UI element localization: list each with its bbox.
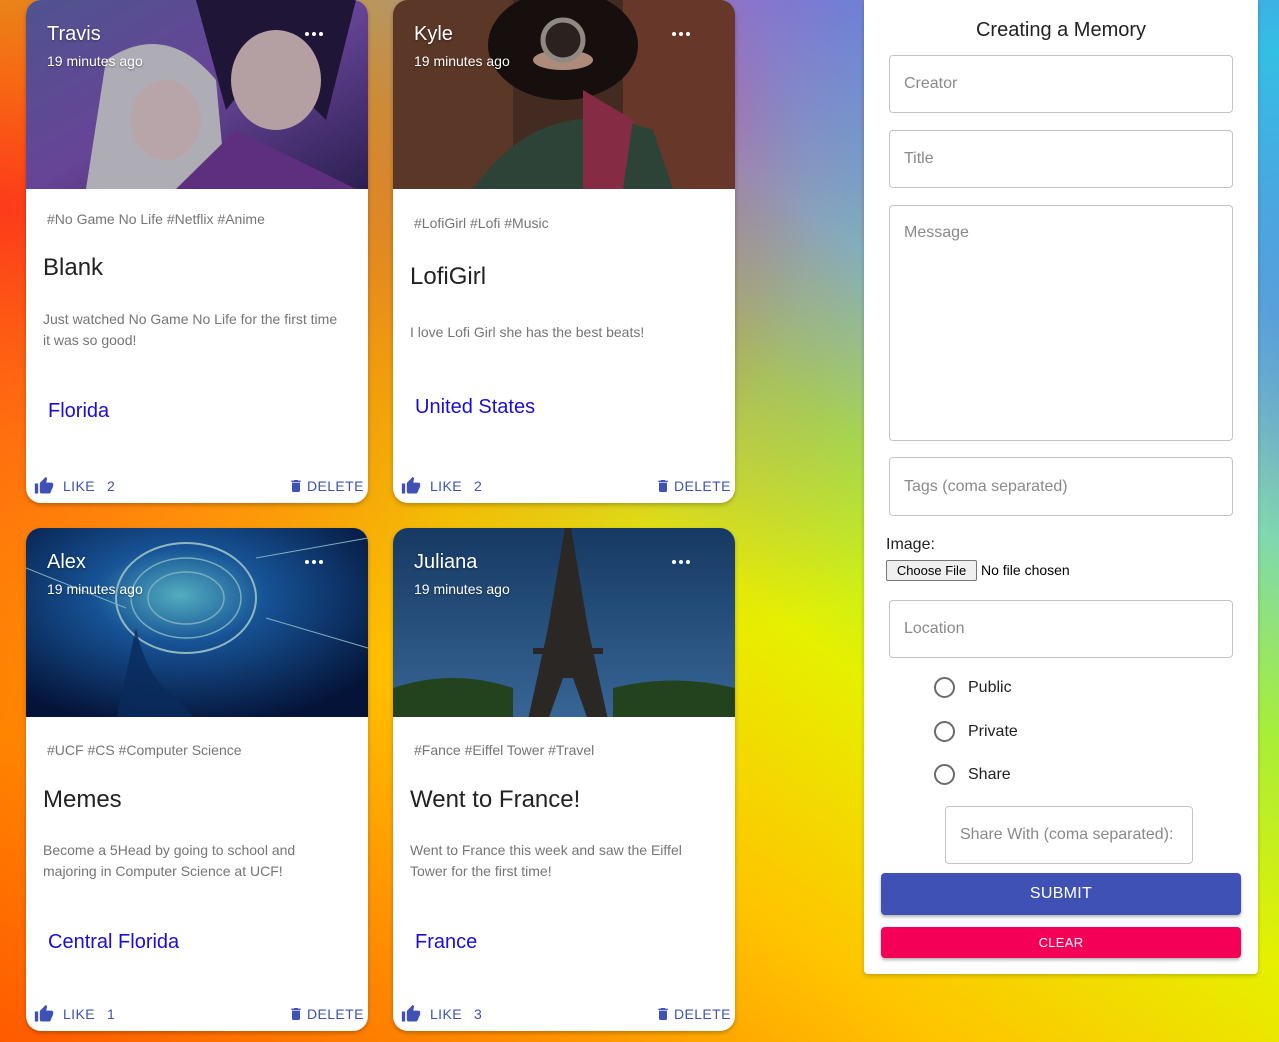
delete-button[interactable]: DELETE xyxy=(655,1001,731,1027)
delete-label: DELETE xyxy=(307,1006,364,1022)
post-card-travis: Travis 19 minutes ago #No Game No Life #… xyxy=(26,0,368,503)
like-count: 2 xyxy=(473,478,483,494)
share-with-field[interactable] xyxy=(945,806,1193,864)
submit-button[interactable]: SUBMIT xyxy=(881,873,1241,915)
like-count: 1 xyxy=(106,1006,116,1022)
radio-circle-icon[interactable] xyxy=(934,721,955,742)
post-message: Become a 5Head by going to school and ma… xyxy=(43,842,296,879)
more-options-icon[interactable] xyxy=(667,548,695,576)
delete-label: DELETE xyxy=(307,478,364,494)
radio-circle-icon[interactable] xyxy=(934,764,955,785)
like-button[interactable]: LIKE 1 xyxy=(34,1001,115,1027)
post-tags: #No Game No Life #Netflix #Anime xyxy=(47,211,265,227)
choose-file-button[interactable]: Choose File xyxy=(886,560,977,581)
create-memory-form: Creating a Memory Image: Choose File No … xyxy=(864,0,1258,974)
like-label: LIKE xyxy=(430,1006,462,1022)
tags-field[interactable] xyxy=(889,457,1233,516)
like-button[interactable]: LIKE 2 xyxy=(401,473,482,499)
message-field[interactable] xyxy=(889,205,1233,441)
more-options-icon[interactable] xyxy=(300,548,328,576)
creator-field[interactable] xyxy=(889,55,1233,113)
radio-share[interactable]: Share xyxy=(934,764,1011,785)
post-location-link[interactable]: United States xyxy=(415,396,535,419)
post-title: Blank xyxy=(43,254,104,281)
delete-label: DELETE xyxy=(674,1006,731,1022)
file-status: No file chosen xyxy=(981,562,1070,578)
thumb-up-icon xyxy=(401,1004,421,1022)
post-location-link[interactable]: Central Florida xyxy=(48,931,179,954)
clear-button[interactable]: CLEAR xyxy=(881,927,1241,958)
post-title: Went to France! xyxy=(410,786,581,813)
more-options-icon[interactable] xyxy=(300,20,328,48)
post-tags: #LofiGirl #Lofi #Music xyxy=(414,215,549,231)
post-creator: Kyle xyxy=(414,23,453,45)
title-field[interactable] xyxy=(889,130,1233,188)
thumb-up-icon xyxy=(34,476,54,494)
trash-icon xyxy=(291,1008,301,1020)
post-message: Went to France this week and saw the Eif… xyxy=(410,842,682,879)
trash-icon xyxy=(291,480,301,492)
radio-public[interactable]: Public xyxy=(934,677,1012,698)
delete-button[interactable]: DELETE xyxy=(655,473,731,499)
post-location-link[interactable]: Florida xyxy=(48,400,109,423)
post-message: Just watched No Game No Life for the fir… xyxy=(43,311,338,348)
post-title: Memes xyxy=(43,786,122,813)
like-button[interactable]: LIKE 2 xyxy=(34,473,115,499)
like-button[interactable]: LIKE 3 xyxy=(401,1001,482,1027)
trash-icon xyxy=(658,480,668,492)
post-card-juliana: Juliana 19 minutes ago #Fance #Eiffel To… xyxy=(393,528,735,1031)
post-message: I love Lofi Girl she has the best beats! xyxy=(410,324,645,340)
delete-button[interactable]: DELETE xyxy=(288,473,364,499)
post-timestamp: 19 minutes ago xyxy=(47,53,143,69)
trash-icon xyxy=(658,1008,668,1020)
like-label: LIKE xyxy=(63,1006,95,1022)
location-field[interactable] xyxy=(889,600,1233,658)
radio-circle-icon[interactable] xyxy=(934,677,955,698)
like-count: 2 xyxy=(106,478,116,494)
post-timestamp: 19 minutes ago xyxy=(414,53,510,69)
radio-private[interactable]: Private xyxy=(934,721,1018,742)
post-creator: Travis xyxy=(47,23,101,45)
post-timestamp: 19 minutes ago xyxy=(47,581,143,597)
like-label: LIKE xyxy=(430,478,462,494)
post-timestamp: 19 minutes ago xyxy=(414,581,510,597)
post-title: LofiGirl xyxy=(410,263,487,290)
post-tags: #UCF #CS #Computer Science xyxy=(47,742,242,758)
post-tags: #Fance #Eiffel Tower #Travel xyxy=(414,742,595,758)
delete-button[interactable]: DELETE xyxy=(288,1001,364,1027)
radio-label: Private xyxy=(968,722,1018,740)
delete-label: DELETE xyxy=(674,478,731,494)
post-creator: Juliana xyxy=(414,551,478,573)
radio-label: Share xyxy=(968,765,1011,783)
post-card-kyle: Kyle 19 minutes ago #LofiGirl #Lofi #Mus… xyxy=(393,0,735,503)
post-card-alex: Alex 19 minutes ago #UCF #CS #Computer S… xyxy=(26,528,368,1031)
post-location-link[interactable]: France xyxy=(415,931,477,954)
image-label: Image: xyxy=(886,536,935,553)
like-label: LIKE xyxy=(63,478,95,494)
thumb-up-icon xyxy=(401,476,421,494)
more-options-icon[interactable] xyxy=(667,20,695,48)
post-creator: Alex xyxy=(47,551,86,573)
thumb-up-icon xyxy=(34,1004,54,1022)
radio-label: Public xyxy=(968,678,1012,696)
like-count: 3 xyxy=(473,1006,483,1022)
form-heading: Creating a Memory xyxy=(975,19,1147,41)
